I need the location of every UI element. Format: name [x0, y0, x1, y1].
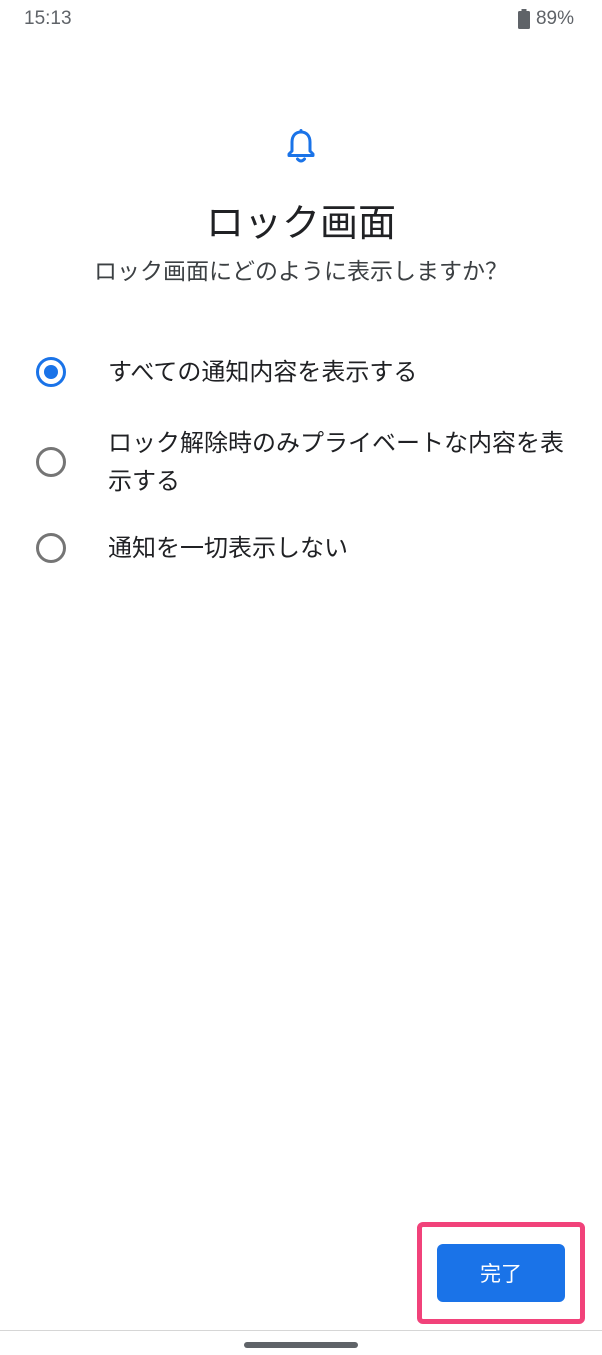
- radio-selected-icon[interactable]: [36, 357, 66, 387]
- battery-icon: [517, 9, 530, 29]
- page-subtitle: ロック画面にどのように表示しますか？: [94, 259, 508, 285]
- option-hide-all[interactable]: 通知を一切表示しない: [0, 528, 602, 568]
- battery-percent: 89%: [535, 8, 574, 29]
- option-label: ロック解除時のみプライベートな内容を表示する: [108, 429, 564, 495]
- gesture-nav-handle[interactable]: [244, 1342, 358, 1348]
- bell-icon: [285, 128, 317, 164]
- option-show-all[interactable]: すべての通知内容を表示する: [0, 352, 602, 392]
- divider: [0, 1330, 602, 1331]
- option-label: 通知を一切表示しない: [108, 534, 348, 562]
- radio-unselected-icon[interactable]: [36, 447, 66, 477]
- status-bar: 15:13 89%: [0, 0, 602, 40]
- done-button[interactable]: 完了: [437, 1244, 565, 1302]
- option-label: すべての通知内容を表示する: [108, 358, 418, 386]
- radio-unselected-icon[interactable]: [36, 533, 66, 563]
- status-time: 15:13: [24, 8, 72, 29]
- status-indicators: 89%: [517, 8, 574, 30]
- option-private-when-unlocked[interactable]: ロック解除時のみプライベートな内容を表示する: [0, 424, 602, 500]
- page-title: ロック画面: [205, 201, 396, 245]
